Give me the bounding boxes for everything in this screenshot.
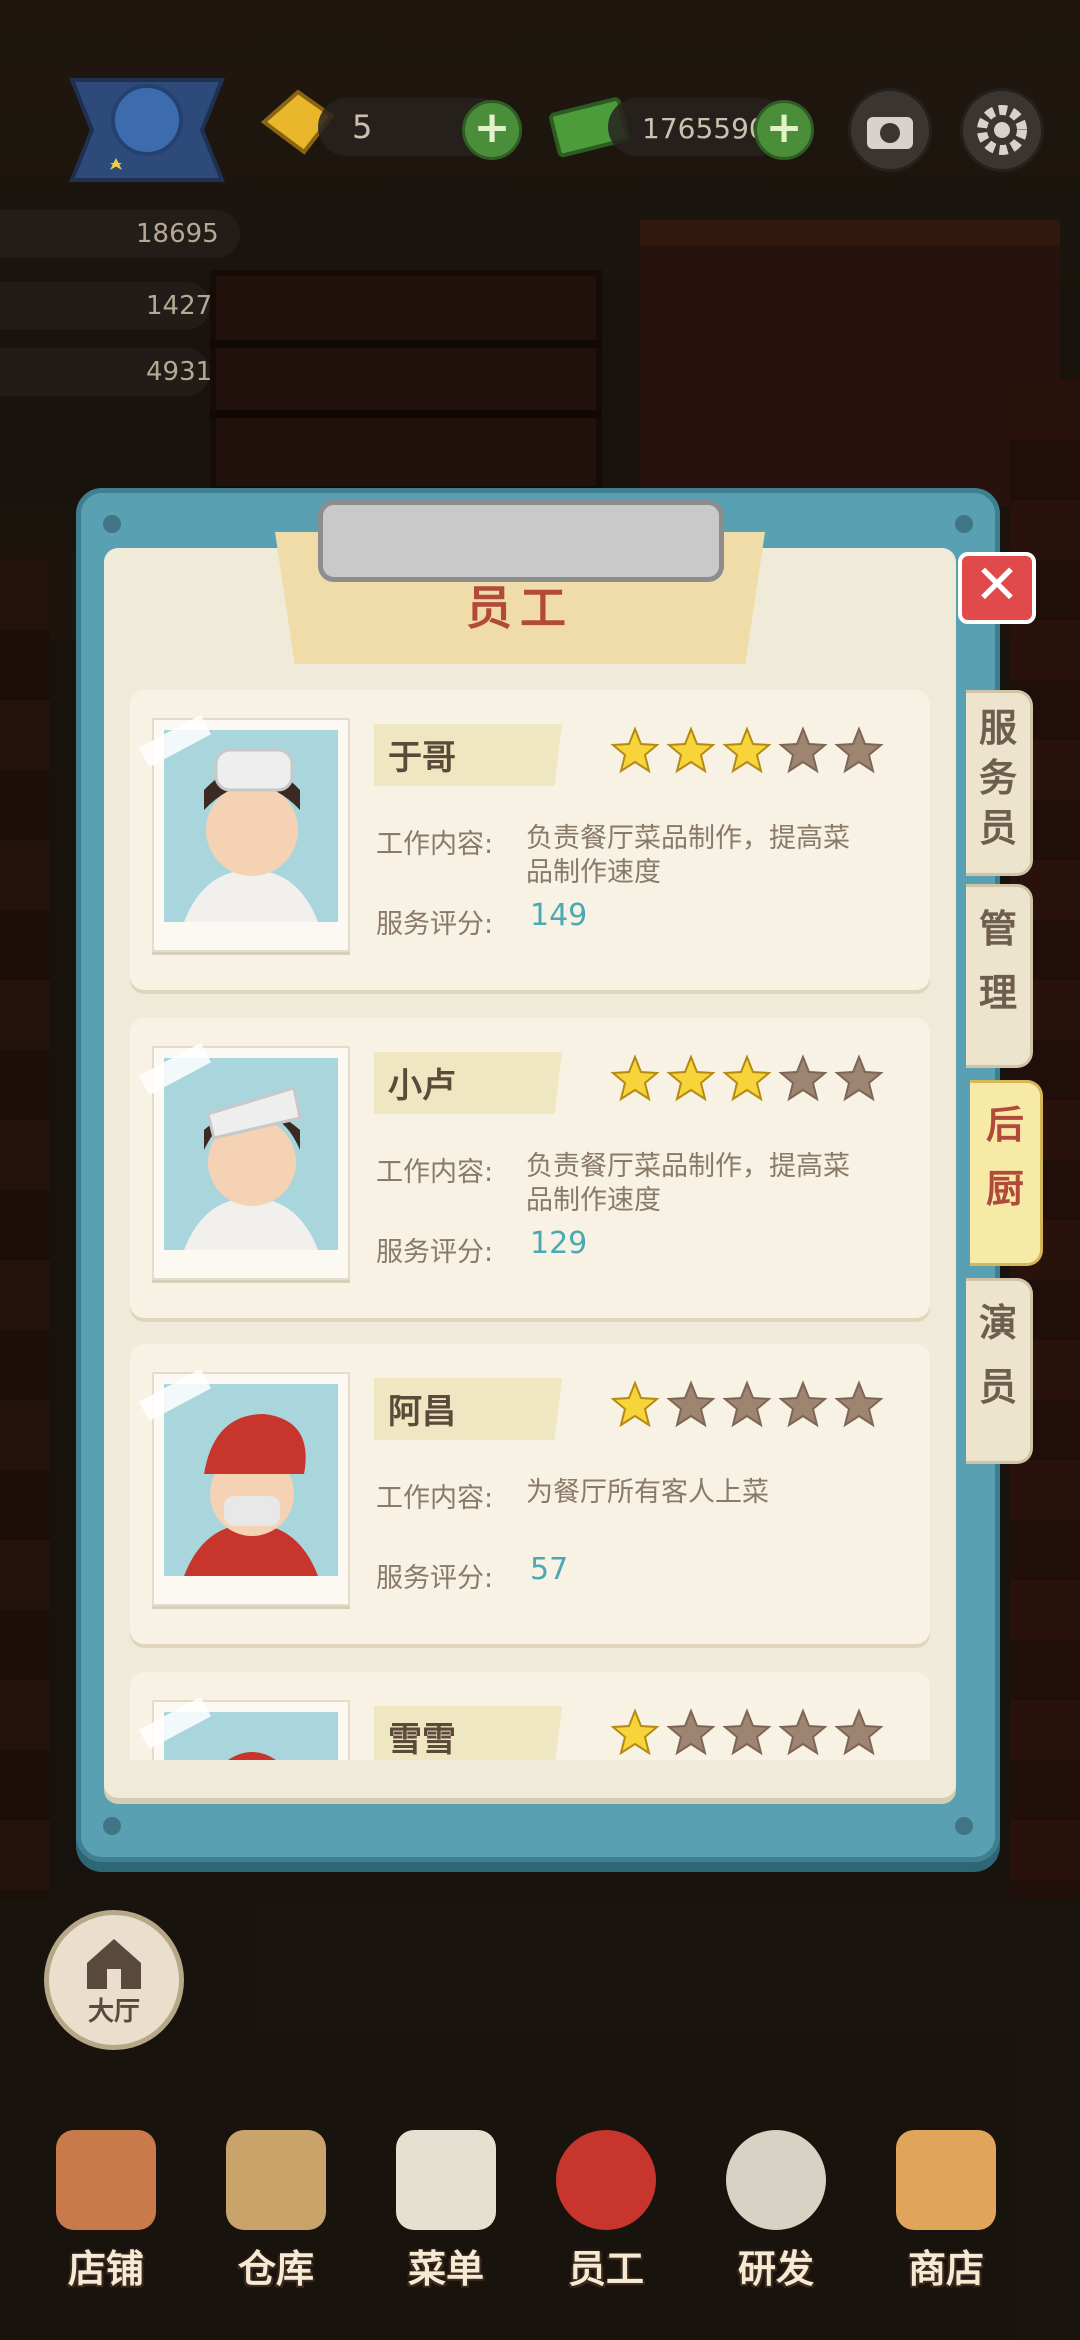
camera-icon [867,117,913,149]
staff-card[interactable]: 于哥 工作内容: 负责餐厅菜品制作，提高菜品制作速度 服务评分: 149 [130,690,930,990]
star-filled-icon [610,1380,660,1428]
tab-label: 服 务 员 [978,706,1017,850]
star-filled-icon [722,1054,772,1102]
star-empty-icon [834,1054,884,1102]
score-label: 服务评分: [376,909,494,940]
nav-shop[interactable]: 商店 [866,2130,1026,2310]
clipboard-clip [318,500,724,582]
star-empty-icon [722,1708,772,1756]
star-empty-icon [778,1054,828,1102]
nav-label: 店铺 [67,2247,144,2291]
staff-photo [138,1368,350,1606]
star-empty-icon [666,1708,716,1756]
star-rating [610,1708,900,1760]
gear-icon [977,105,1027,155]
staff-photo [138,1696,350,1760]
nav-label: 商店 [907,2247,984,2291]
star-empty-icon [834,1708,884,1756]
staff-name: 雪雪 [388,1720,456,1760]
staff-name: 阿昌 [388,1392,456,1432]
star-empty-icon [722,1380,772,1428]
tab-kitchen[interactable]: 后 厨 [970,1080,1043,1266]
star-empty-icon [778,1708,828,1756]
desc-label: 工作内容: [376,1483,494,1514]
staff-card[interactable]: 阿昌 工作内容: 为餐厅所有客人上菜 服务评分: 57 [130,1344,930,1644]
staff-list[interactable]: 于哥 工作内容: 负责餐厅菜品制作，提高菜品制作速度 服务评分: 149 小卢 … [104,680,956,1760]
tab-performer[interactable]: 演 员 [966,1278,1033,1464]
nav-store[interactable]: 店铺 [26,2130,186,2310]
star-empty-icon [834,1380,884,1428]
nav-label: 员工 [567,2247,644,2291]
nav-staff[interactable]: 员工 [526,2130,686,2310]
staff-photo [138,1042,350,1280]
star-empty-icon [778,1380,828,1428]
nav-label: 菜单 [407,2247,484,2291]
staff-card[interactable]: 雪雪 [130,1672,930,1760]
star-empty-icon [834,726,884,774]
desc-label: 工作内容: [376,829,494,860]
stat-row: 4931 [0,348,213,396]
tab-management[interactable]: 管 理 [966,884,1033,1068]
star-filled-icon [722,726,772,774]
nav-label: 研发 [737,2247,814,2291]
dialog-title: 员工 [466,581,574,635]
stat-row: 18695 [0,210,240,258]
tab-label: 管 理 [978,907,1017,1015]
chef-avatar-icon [184,1086,318,1250]
tab-label: 演 员 [978,1301,1017,1409]
staff-card[interactable]: 小卢 工作内容: 负责餐厅菜品制作，提高菜品制作速度 服务评分: 129 [130,1018,930,1318]
chef-avatar-icon [184,748,318,922]
staff-desc: 为餐厅所有客人上菜 [526,1477,769,1508]
storefront-icon [896,2130,996,2230]
staff-name: 于哥 [388,738,456,778]
nav-warehouse[interactable]: 仓库 [196,2130,356,2310]
stat-value: 18695 [136,219,219,249]
star-rating [610,726,900,786]
score-label: 服务评分: [376,1237,494,1268]
clipboard-icon [396,2130,496,2230]
star-filled-icon [666,726,716,774]
settings-button[interactable] [960,88,1044,172]
lobby-label: 大厅 [87,1997,140,2027]
stat-row: 1427 [0,282,213,330]
cash-count: 1765590 [642,112,767,145]
staff-icon [556,2130,656,2230]
staff-score: 149 [530,898,588,933]
star-filled-icon [610,726,660,774]
stat-value: 4931 [146,357,213,387]
stat-value: 1427 [146,291,213,321]
waiter-avatar-icon [184,1414,318,1576]
star-filled-icon [610,1708,660,1756]
staff-photo [138,714,350,952]
star-rating [610,1054,900,1114]
shop-icon [56,2130,156,2230]
close-button[interactable]: ✕ [958,552,1036,624]
add-cash-button[interactable]: + [754,100,814,160]
tab-label: 后 厨 [985,1103,1024,1211]
star-filled-icon [610,1054,660,1102]
box-icon [226,2130,326,2230]
nav-label: 仓库 [237,2247,314,2291]
add-diamond-button[interactable]: + [462,100,522,160]
lobby-button[interactable]: 大厅 [44,1910,184,2050]
star-empty-icon [666,1380,716,1428]
star-filled-icon [666,1054,716,1102]
desc-label: 工作内容: [376,1157,494,1188]
tab-waiter[interactable]: 服 务 员 [966,690,1033,876]
wok-icon [726,2130,826,2230]
nav-menu[interactable]: 菜单 [366,2130,526,2310]
star-rating [610,1380,900,1440]
staff-score: 57 [530,1552,569,1587]
nav-research[interactable]: 研发 [696,2130,856,2310]
score-label: 服务评分: [376,1563,494,1594]
staff-score: 129 [530,1226,588,1261]
star-empty-icon [778,726,828,774]
staff-desc: 负责餐厅菜品制作，提高菜品制作速度 [526,1151,850,1216]
camera-button[interactable] [848,88,932,172]
level-badge-icon[interactable] [52,60,242,190]
staff-desc: 负责餐厅菜品制作，提高菜品制作速度 [526,823,850,888]
staff-name: 小卢 [388,1066,456,1106]
diamond-count: 5 [352,108,373,146]
